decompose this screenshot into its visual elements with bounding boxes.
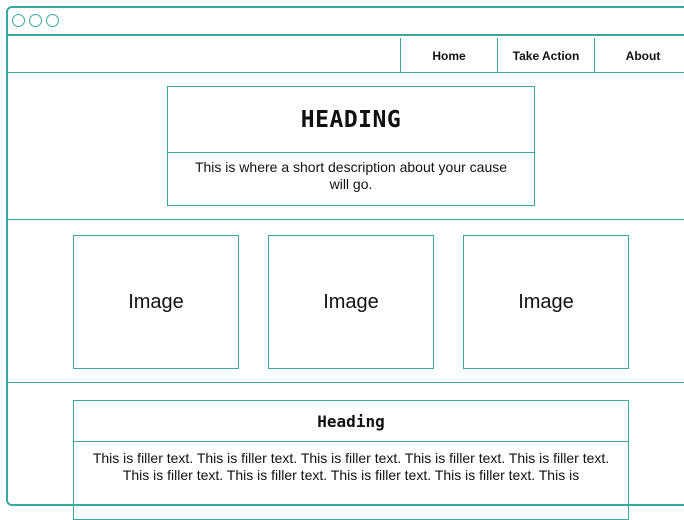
nav-item-take-action[interactable]: Take Action [497, 38, 594, 73]
content-section: Heading This is filler text. This is fil… [73, 400, 629, 520]
nav-item-home[interactable]: Home [400, 38, 497, 73]
section-divider [8, 219, 684, 220]
browser-window: Home Take Action About HEADING This is w… [6, 6, 684, 520]
window-control-icon[interactable] [46, 14, 59, 27]
hero-heading: HEADING [168, 87, 534, 153]
image-placeholder: Image [268, 235, 434, 369]
hero-description: This is where a short description about … [194, 159, 508, 192]
section-divider [8, 382, 684, 383]
window-control-icon[interactable] [29, 14, 42, 27]
content-heading: Heading [74, 401, 628, 442]
nav-item-about[interactable]: About [594, 38, 684, 73]
navbar: Home Take Action About [8, 38, 684, 73]
window-control-icon[interactable] [12, 14, 25, 27]
content-body: This is filler text. This is filler text… [92, 450, 610, 483]
hero-section: HEADING This is where a short descriptio… [167, 86, 535, 206]
image-placeholder: Image [73, 235, 239, 369]
image-placeholder: Image [463, 235, 629, 369]
window-titlebar [8, 8, 684, 36]
